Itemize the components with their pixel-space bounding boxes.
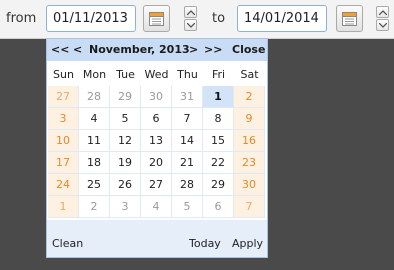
day-cell[interactable]: 11 bbox=[79, 130, 110, 152]
day-cell[interactable]: 5 bbox=[110, 108, 141, 130]
prev-month-button[interactable]: < bbox=[73, 43, 82, 56]
apply-button[interactable]: Apply bbox=[232, 237, 263, 250]
day-cell[interactable]: 6 bbox=[203, 196, 234, 218]
from-calendar-button[interactable] bbox=[143, 5, 170, 32]
next-year-button[interactable]: >> bbox=[204, 43, 222, 56]
calendar-icon bbox=[149, 12, 164, 26]
day-cell[interactable]: 29 bbox=[203, 174, 234, 196]
day-cell[interactable]: 12 bbox=[110, 130, 141, 152]
weekday-label: Sat bbox=[240, 68, 259, 81]
day-cell[interactable]: 1 bbox=[48, 196, 79, 218]
clean-button[interactable]: Clean bbox=[52, 237, 83, 250]
close-button[interactable]: Close bbox=[232, 43, 265, 56]
calendar-icon bbox=[342, 12, 357, 26]
weekday-label: Tue bbox=[116, 68, 135, 81]
day-cell[interactable]: 16 bbox=[234, 130, 265, 152]
to-calendar-button[interactable] bbox=[336, 5, 363, 32]
to-spin-up-button[interactable] bbox=[376, 6, 389, 18]
day-cell[interactable]: 6 bbox=[141, 108, 172, 130]
day-cell[interactable]: 31 bbox=[172, 86, 203, 108]
day-cell[interactable]: 8 bbox=[203, 108, 234, 130]
day-cell[interactable]: 14 bbox=[172, 130, 203, 152]
day-cell[interactable]: 17 bbox=[48, 152, 79, 174]
day-cell[interactable]: 13 bbox=[141, 130, 172, 152]
to-date-field[interactable]: 14/01/2014 bbox=[237, 5, 327, 32]
weekday-label: Mon bbox=[82, 68, 107, 81]
day-cell[interactable]: 3 bbox=[48, 108, 79, 130]
to-spin-down-button[interactable] bbox=[376, 19, 389, 31]
from-date-field[interactable]: 01/11/2013 bbox=[46, 5, 136, 32]
day-cell[interactable]: 18 bbox=[79, 152, 110, 174]
day-cell[interactable]: 2 bbox=[234, 86, 265, 108]
from-spin-down-button[interactable] bbox=[184, 19, 197, 31]
chevron-down-icon bbox=[379, 23, 387, 28]
day-cell[interactable]: 29 bbox=[110, 86, 141, 108]
day-cell[interactable]: 2 bbox=[79, 196, 110, 218]
next-month-button[interactable]: > bbox=[189, 43, 198, 56]
today-button[interactable]: Today bbox=[189, 237, 221, 250]
weekday-label: Wed bbox=[144, 68, 169, 81]
day-cell[interactable]: 19 bbox=[110, 152, 141, 174]
day-cell[interactable]: 5 bbox=[172, 196, 203, 218]
day-cell[interactable]: 26 bbox=[110, 174, 141, 196]
day-cell[interactable]: 25 bbox=[79, 174, 110, 196]
day-cell[interactable]: 21 bbox=[172, 152, 203, 174]
day-cell[interactable]: 22 bbox=[203, 152, 234, 174]
from-label: from bbox=[6, 11, 37, 26]
from-spin-up-button[interactable] bbox=[184, 6, 197, 18]
day-cell[interactable]: 9 bbox=[234, 108, 265, 130]
day-cell[interactable]: 4 bbox=[141, 196, 172, 218]
day-cell[interactable]: 27 bbox=[48, 86, 79, 108]
day-cell[interactable]: 23 bbox=[234, 152, 265, 174]
chevron-up-icon bbox=[187, 10, 195, 15]
datepicker-popup: << < November, 2013 > >> Close Sun Mon Tue… bbox=[46, 38, 268, 258]
day-cell[interactable]: 10 bbox=[48, 130, 79, 152]
date-range-toolbar: from 01/11/2013 to 14/01/2014 bbox=[0, 0, 394, 39]
day-cell[interactable]: 28 bbox=[79, 86, 110, 108]
day-cell[interactable]: 7 bbox=[234, 196, 265, 218]
day-cell[interactable]: 15 bbox=[203, 130, 234, 152]
day-cell[interactable]: 27 bbox=[141, 174, 172, 196]
day-cell[interactable]: 3 bbox=[110, 196, 141, 218]
month-title: November, 2013 bbox=[89, 43, 190, 56]
day-cell[interactable]: 20 bbox=[141, 152, 172, 174]
weekday-label: Sun bbox=[53, 68, 74, 81]
chevron-up-icon bbox=[379, 10, 387, 15]
chevron-down-icon bbox=[187, 23, 195, 28]
day-cell[interactable]: 28 bbox=[172, 174, 203, 196]
weekday-label: Fri bbox=[211, 68, 226, 81]
day-cell[interactable]: 24 bbox=[48, 174, 79, 196]
prev-year-button[interactable]: << bbox=[51, 43, 69, 56]
day-cell[interactable]: 4 bbox=[79, 108, 110, 130]
day-cell[interactable]: 30 bbox=[141, 86, 172, 108]
day-cell[interactable]: 30 bbox=[234, 174, 265, 196]
datepicker-header: << < November, 2013 > >> Close bbox=[47, 39, 267, 61]
datepicker-footer: Clean Today Apply bbox=[47, 220, 267, 257]
day-cell[interactable]: 1 bbox=[203, 86, 234, 108]
day-cell[interactable]: 7 bbox=[172, 108, 203, 130]
weekday-label: Thu bbox=[177, 68, 198, 81]
to-label: to bbox=[212, 11, 226, 26]
